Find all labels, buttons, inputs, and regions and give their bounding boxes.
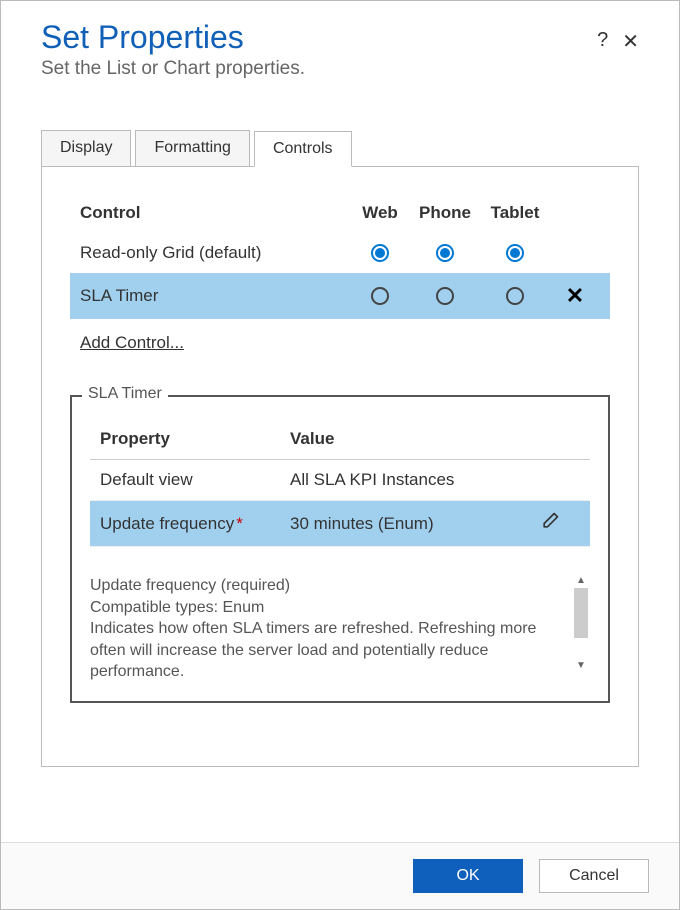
controls-table: Control Web Phone Tablet Read-only Grid …: [70, 195, 610, 319]
tab-controls[interactable]: Controls: [254, 131, 352, 167]
sla-timer-fieldset: SLA Timer Property Value Default view Al…: [70, 395, 610, 703]
help-box: Update frequency (required) Compatible t…: [90, 575, 590, 683]
tab-formatting[interactable]: Formatting: [135, 130, 249, 166]
dialog-subtitle: Set the List or Chart properties.: [41, 58, 597, 80]
col-value: Value: [290, 429, 540, 449]
col-property: Property: [100, 429, 290, 449]
scroll-thumb[interactable]: [574, 588, 588, 638]
control-name: Read-only Grid (default): [80, 243, 350, 263]
required-star-icon: *: [236, 514, 243, 533]
scroll-down-icon[interactable]: ▼: [576, 660, 586, 671]
dialog-body: Display Formatting Controls Control Web …: [1, 90, 679, 842]
property-value: 30 minutes (Enum): [290, 514, 540, 534]
radio-phone-sla[interactable]: [436, 287, 454, 305]
cancel-button[interactable]: Cancel: [539, 859, 649, 893]
set-properties-dialog: Set Properties Set the List or Chart pro…: [0, 0, 680, 910]
control-row-readonly-grid[interactable]: Read-only Grid (default): [70, 233, 610, 273]
help-scrollbar[interactable]: ▲ ▼: [572, 575, 590, 683]
radio-web-readonly[interactable]: [371, 244, 389, 262]
radio-phone-readonly[interactable]: [436, 244, 454, 262]
ok-button[interactable]: OK: [413, 859, 523, 893]
dialog-title: Set Properties: [41, 19, 597, 56]
fieldset-legend: SLA Timer: [82, 385, 168, 403]
property-header-row: Property Value: [90, 419, 590, 460]
radio-tablet-sla[interactable]: [506, 287, 524, 305]
dialog-footer: OK Cancel: [1, 842, 679, 909]
control-name: SLA Timer: [80, 286, 350, 306]
property-row-default-view[interactable]: Default view All SLA KPI Instances: [90, 460, 590, 501]
help-icon[interactable]: ?: [597, 29, 608, 54]
tab-display[interactable]: Display: [41, 130, 131, 166]
tab-content-controls: Control Web Phone Tablet Read-only Grid …: [41, 167, 639, 767]
help-text: Update frequency (required) Compatible t…: [90, 575, 564, 683]
property-name: Update frequency*: [100, 514, 290, 534]
col-phone-header: Phone: [410, 203, 480, 223]
scroll-up-icon[interactable]: ▲: [576, 575, 586, 586]
col-web-header: Web: [350, 203, 410, 223]
header-icons: ? ✕: [597, 29, 639, 54]
property-name: Default view: [100, 470, 290, 490]
control-row-sla-timer[interactable]: SLA Timer ✕: [70, 273, 610, 319]
close-icon[interactable]: ✕: [622, 29, 639, 54]
tabs-row: Display Formatting Controls: [41, 130, 639, 167]
radio-web-sla[interactable]: [371, 287, 389, 305]
property-value: All SLA KPI Instances: [290, 470, 540, 490]
title-block: Set Properties Set the List or Chart pro…: [41, 19, 597, 80]
radio-tablet-readonly[interactable]: [506, 244, 524, 262]
dialog-header: Set Properties Set the List or Chart pro…: [1, 1, 679, 90]
col-control-header: Control: [80, 203, 350, 223]
remove-control-icon[interactable]: ✕: [566, 283, 584, 309]
controls-header-row: Control Web Phone Tablet: [70, 195, 610, 233]
property-row-update-frequency[interactable]: Update frequency* 30 minutes (Enum): [90, 501, 590, 547]
col-tablet-header: Tablet: [480, 203, 550, 223]
edit-icon[interactable]: [540, 511, 580, 536]
add-control-link[interactable]: Add Control...: [80, 333, 184, 353]
